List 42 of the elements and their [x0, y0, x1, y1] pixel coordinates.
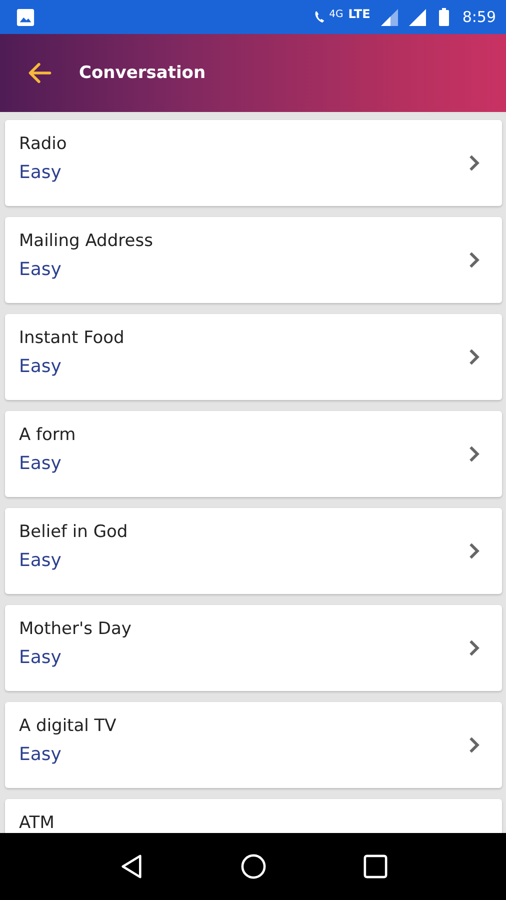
difficulty-label: Easy [19, 356, 62, 377]
conversation-item[interactable]: Mother's Day Easy [5, 605, 502, 691]
item-title: Belief in God [19, 522, 128, 542]
clock: 8:59 [462, 8, 496, 26]
network-type-label: LTE [348, 7, 370, 21]
conversation-item[interactable]: A form Easy [5, 411, 502, 497]
chevron-icon [468, 251, 480, 269]
back-nav-icon[interactable] [118, 854, 144, 879]
screen-title: Conversation [79, 63, 206, 83]
chevron-icon [468, 736, 480, 754]
item-title: Instant Food [19, 328, 124, 348]
item-title: Radio [19, 134, 67, 154]
conversation-item[interactable]: ATM [5, 799, 502, 833]
conversation-item[interactable]: Instant Food Easy [5, 314, 502, 400]
chevron-icon [468, 639, 480, 657]
difficulty-label: Easy [19, 162, 62, 183]
conversation-item[interactable]: Mailing Address Easy [5, 217, 502, 303]
home-nav-icon[interactable] [240, 854, 266, 879]
conversation-item[interactable]: Belief in God Easy [5, 508, 502, 594]
battery-icon [439, 8, 450, 26]
item-title: A form [19, 425, 76, 445]
back-icon[interactable] [27, 60, 53, 86]
image-icon [16, 8, 35, 26]
item-title: Mother's Day [19, 619, 132, 639]
item-title: ATM [19, 813, 54, 833]
recents-nav-icon[interactable] [362, 854, 388, 879]
difficulty-label: Easy [19, 647, 62, 668]
chevron-icon [468, 542, 480, 560]
chevron-icon [468, 154, 480, 172]
difficulty-label: Easy [19, 744, 62, 765]
chevron-icon [468, 445, 480, 463]
chevron-icon [468, 348, 480, 366]
conversation-item[interactable]: Radio Easy [5, 120, 502, 206]
signal-icon [409, 8, 426, 26]
difficulty-label: Easy [19, 259, 62, 280]
conversation-item[interactable]: A digital TV Easy [5, 702, 502, 788]
difficulty-label: Easy [19, 550, 62, 571]
network-label: 4G [329, 8, 344, 20]
item-title: Mailing Address [19, 231, 153, 251]
difficulty-label: Easy [19, 453, 62, 474]
item-title: A digital TV [19, 716, 116, 736]
signal-icon [381, 8, 398, 26]
